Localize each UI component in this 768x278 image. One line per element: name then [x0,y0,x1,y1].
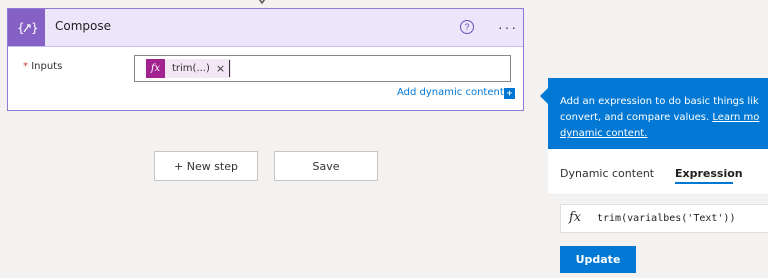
inputs-label-text: Inputs [31,61,63,72]
help-icon[interactable]: ? [460,20,474,34]
expression-token[interactable]: fx trim(...) × [146,59,232,78]
remove-token-icon[interactable]: × [216,62,225,75]
tab-expression[interactable]: Expression [675,167,743,180]
description-line-2: convert, and compare values. Learn mo [560,110,768,126]
function-icon: fx [146,59,165,78]
token-label: trim(...) [172,63,210,74]
card-title: Compose [55,19,112,33]
panel-tabs: Dynamic content Expression [548,149,768,194]
compose-action-card: { } Compose ? ··· * Inputs fx trim(...) … [7,8,524,111]
expression-text: trim(varialbes('Text')) [597,213,736,224]
update-button[interactable]: Update [560,246,636,273]
more-options-icon[interactable]: ··· [498,19,518,35]
dynamic-content-link[interactable]: dynamic content. [560,126,768,142]
required-marker: * [23,61,28,72]
save-button[interactable]: Save [274,151,378,181]
panel-description: Add an expression to do basic things lik… [560,94,768,142]
active-tab-indicator [675,182,733,184]
description-line-2-text: convert, and compare values. [560,112,713,123]
function-icon: fx [569,210,582,225]
inputs-field[interactable]: fx trim(...) × [134,55,511,82]
card-header[interactable]: { } Compose ? ··· [8,9,523,47]
new-step-button[interactable]: + New step [154,151,258,181]
add-dynamic-content-link[interactable]: Add dynamic content [397,87,504,98]
tab-dynamic-content[interactable]: Dynamic content [560,167,654,180]
add-dynamic-content-icon[interactable]: + [504,88,515,99]
panel-header: Add an expression to do basic things lik… [548,78,768,149]
inputs-label: * Inputs [23,61,62,72]
text-cursor [229,60,230,77]
svg-text:}: } [31,21,38,35]
expression-input[interactable]: fx trim(varialbes('Text')) [560,204,768,233]
expression-area: fx trim(varialbes('Text')) Update [548,195,768,278]
dynamic-content-panel: Add an expression to do basic things lik… [548,78,768,278]
connector-arrow-icon [258,0,266,5]
description-line-1: Add an expression to do basic things lik [560,96,759,107]
learn-more-link[interactable]: Learn mo [712,112,759,123]
svg-text:{: { [17,21,25,35]
compose-icon: { } [8,9,45,46]
